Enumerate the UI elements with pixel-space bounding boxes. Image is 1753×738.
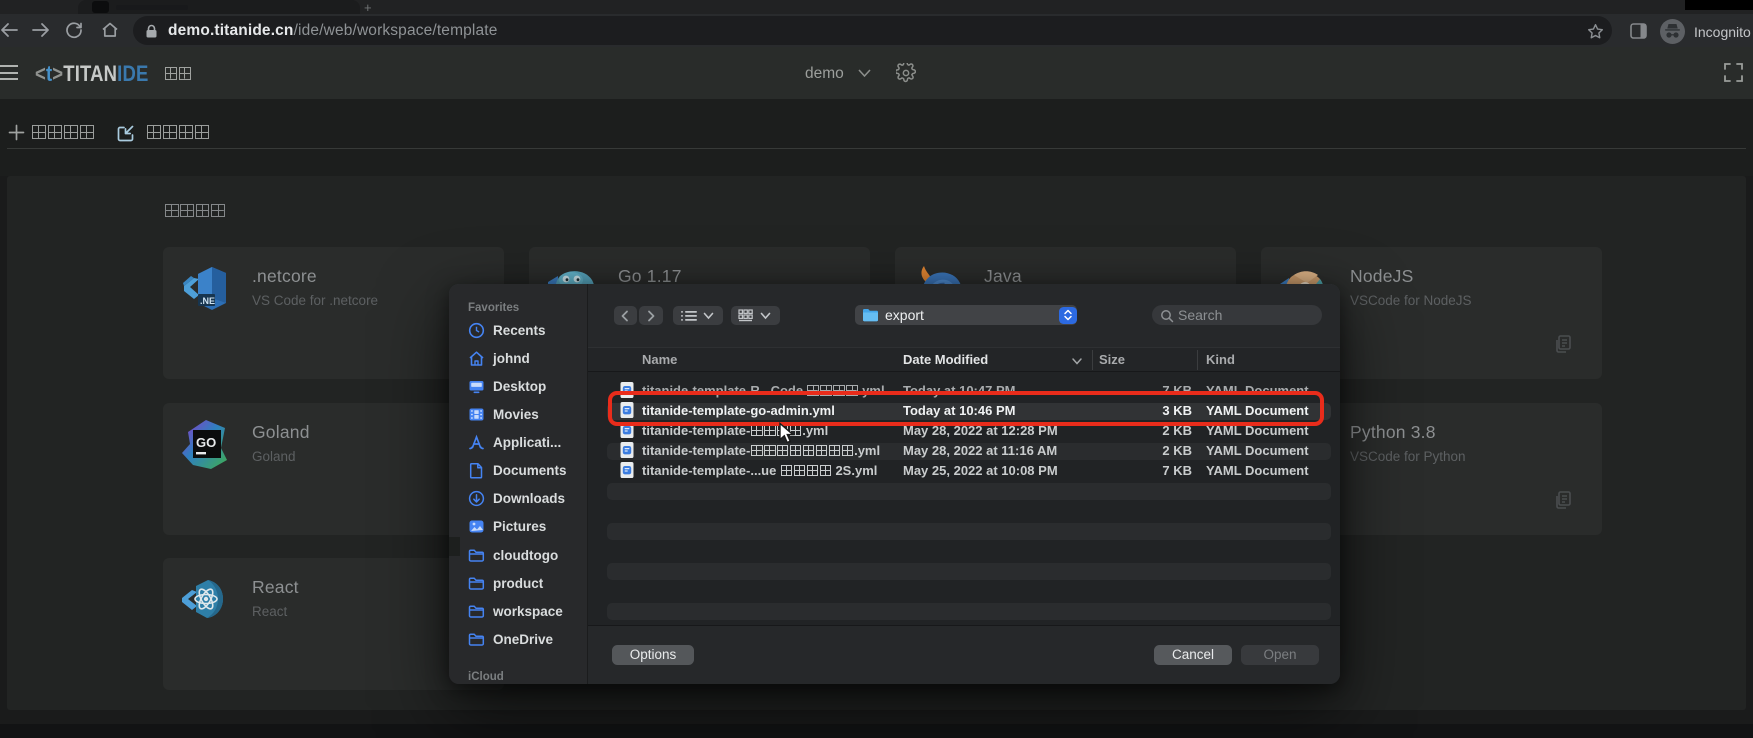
svg-text:.NE: .NE xyxy=(200,296,215,306)
svg-text:GO: GO xyxy=(196,435,216,450)
